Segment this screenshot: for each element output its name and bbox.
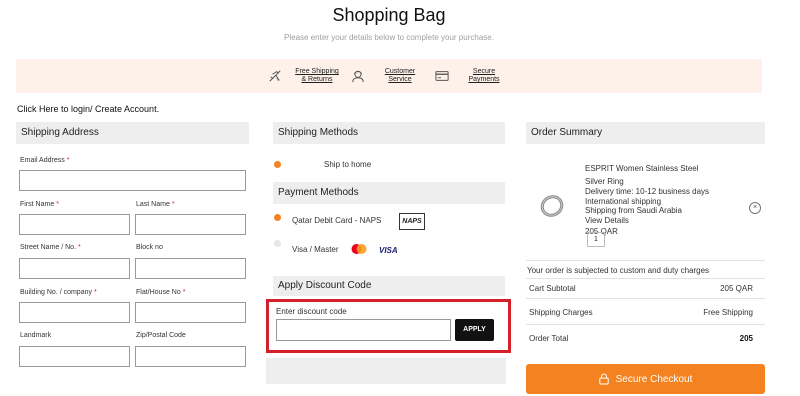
first-name-field[interactable] xyxy=(19,214,130,235)
divider xyxy=(526,324,765,325)
lock-icon xyxy=(598,373,609,385)
airplane-icon xyxy=(269,70,281,82)
benefit-label[interactable]: Free Shipping & Returns xyxy=(290,68,344,84)
benefit-secure-payments[interactable]: Secure Payments xyxy=(435,66,511,86)
product-details: ESPRIT Women Stainless Steel Silver Ring… xyxy=(585,164,709,237)
visa-master-radio[interactable] xyxy=(274,240,281,247)
naps-logo: NAPS xyxy=(399,213,425,230)
benefit-customer-service[interactable]: Customer Service xyxy=(351,66,427,86)
order-total-value: 205 xyxy=(739,334,753,343)
visa-logo: VISA xyxy=(379,246,398,255)
benefit-label[interactable]: Customer Service xyxy=(373,68,427,84)
zip-field[interactable] xyxy=(135,346,246,367)
divider xyxy=(526,298,765,299)
apply-button[interactable]: APPLY xyxy=(455,319,494,341)
flat-field[interactable] xyxy=(135,302,246,323)
street-label: Street Name / No. * xyxy=(20,244,81,251)
street-field[interactable] xyxy=(19,258,130,279)
naps-label[interactable]: Qatar Debit Card - NAPS xyxy=(292,216,381,225)
divider xyxy=(526,260,765,261)
login-link[interactable]: Click Here to login/ Create Account. xyxy=(17,104,159,114)
secure-checkout-button[interactable]: Secure Checkout xyxy=(526,364,765,394)
building-label: Building No. / company * xyxy=(20,289,97,296)
page-title: Shopping Bag xyxy=(332,5,446,25)
discount-code-input[interactable] xyxy=(276,319,451,341)
shipping-address-header: Shipping Address xyxy=(16,122,249,144)
benefit-free-shipping[interactable]: Free Shipping & Returns xyxy=(268,66,344,86)
payment-methods-header: Payment Methods xyxy=(273,182,505,204)
flat-label: Flat/House No * xyxy=(136,289,186,296)
last-name-label: Last Name * xyxy=(136,201,175,208)
delivery-time: Delivery time: 10-12 business days xyxy=(585,187,710,196)
ship-to-home-label[interactable]: Ship to home xyxy=(324,160,371,169)
product-name-cont[interactable]: Silver Ring xyxy=(585,177,709,187)
last-name-field[interactable] xyxy=(135,214,246,235)
view-details-link[interactable]: View Details xyxy=(585,216,709,226)
discount-label: Enter discount code xyxy=(276,307,347,316)
naps-radio[interactable] xyxy=(274,214,281,221)
block-field[interactable] xyxy=(135,258,246,279)
remove-item-icon[interactable]: × xyxy=(749,202,761,214)
quantity-input[interactable]: 1 xyxy=(587,232,605,247)
visa-master-label[interactable]: Visa / Master xyxy=(292,245,339,254)
shipping-charges-label: Shipping Charges xyxy=(529,308,593,317)
order-summary-header: Order Summary xyxy=(526,122,765,144)
block-label: Block no xyxy=(136,244,163,251)
international-shipping: International shipping xyxy=(585,196,662,206)
first-name-label: First Name * xyxy=(20,201,59,208)
mastercard-icon xyxy=(351,244,367,254)
credit-card-icon xyxy=(435,71,449,81)
email-field[interactable] xyxy=(19,170,246,191)
shipping-origin: Shipping from Saudi Arabia xyxy=(585,206,682,215)
customs-note: Your order is subjected to custom and du… xyxy=(527,266,710,275)
cart-subtotal-label: Cart Subtotal xyxy=(529,284,576,293)
page-subtitle: Please enter your details below to compl… xyxy=(284,33,494,42)
product-name[interactable]: ESPRIT Women Stainless Steel xyxy=(585,164,709,174)
discount-header: Apply Discount Code xyxy=(273,276,505,296)
secure-checkout-label[interactable]: Secure Checkout xyxy=(616,374,693,385)
cart-subtotal-value: 205 QAR xyxy=(720,284,753,293)
zip-label: Zip/Postal Code xyxy=(136,332,186,339)
email-label: Email Address * xyxy=(20,157,70,164)
middle-footer-bar xyxy=(266,358,506,384)
landmark-field[interactable] xyxy=(19,346,130,367)
ship-to-home-radio[interactable] xyxy=(274,161,281,168)
shipping-methods-header: Shipping Methods xyxy=(273,122,505,144)
shipping-charges-value: Free Shipping xyxy=(703,308,753,317)
building-field[interactable] xyxy=(19,302,130,323)
divider xyxy=(526,278,765,279)
customer-service-icon xyxy=(352,70,364,83)
order-total-label: Order Total xyxy=(529,334,569,343)
benefit-label[interactable]: Secure Payments xyxy=(457,68,511,84)
product-image[interactable] xyxy=(538,193,566,219)
landmark-label: Landmark xyxy=(20,332,52,339)
